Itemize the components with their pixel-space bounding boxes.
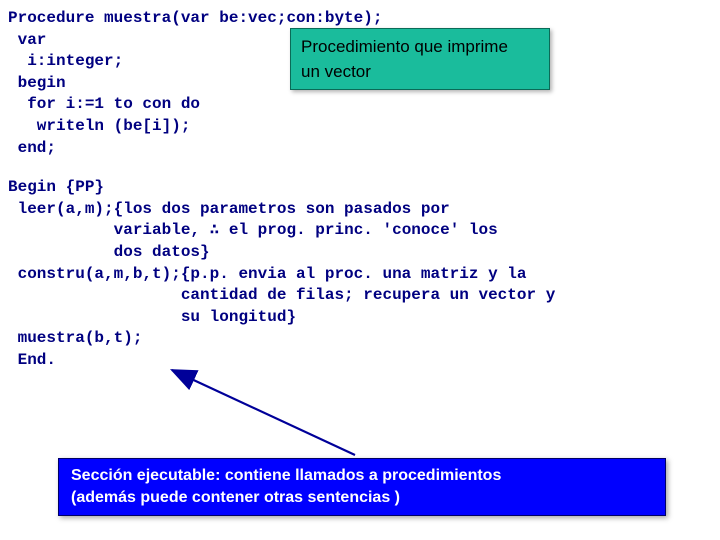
callout-green-line1: Procedimiento que imprime bbox=[301, 35, 539, 60]
callout-blue-line1: Sección ejecutable: contiene llamados a … bbox=[71, 465, 653, 487]
callout-blue-line2: (además puede contener otras sentencias … bbox=[71, 487, 653, 509]
spacer bbox=[8, 159, 712, 177]
callout-executable-section: Sección ejecutable: contiene llamados a … bbox=[58, 458, 666, 516]
callout-green-line2: un vector bbox=[301, 60, 539, 85]
callout-procedure-description: Procedimiento que imprime un vector bbox=[290, 28, 550, 90]
code-main-begin: Begin {PP} leer(a,m);{los dos parametros… bbox=[8, 177, 712, 371]
